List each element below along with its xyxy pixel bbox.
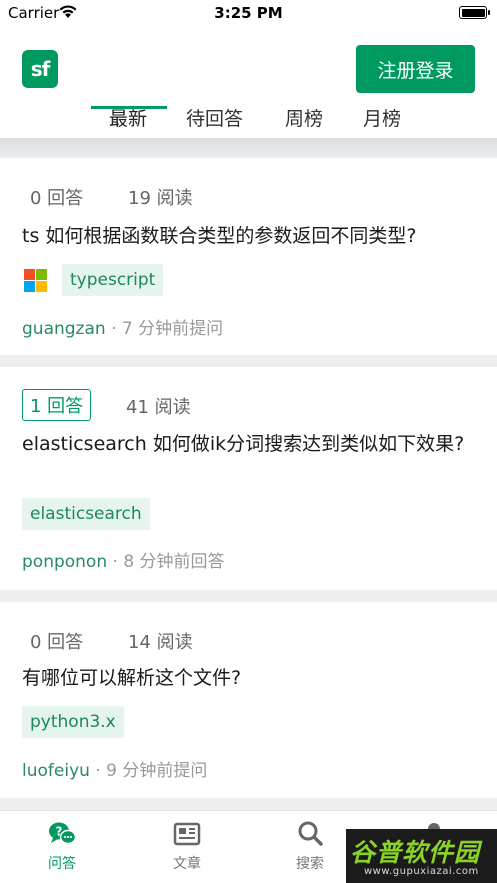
question-meta: luofeiyu · 9 分钟前提问 (22, 756, 207, 781)
question-card[interactable]: 0 回答 19 阅读 ts 如何根据函数联合类型的参数返回不同类型? types… (0, 158, 497, 355)
nav-articles-label: 文章 (173, 856, 201, 872)
app-header: sf 注册登录 最新 待回答 周榜 月榜 (0, 28, 497, 140)
nav-search[interactable]: 搜索 (280, 819, 340, 873)
qa-icon: ? (49, 822, 77, 845)
card-separator (0, 355, 497, 367)
battery-icon (459, 6, 490, 19)
question-meta: guangzan · 7 分钟前提问 (22, 314, 223, 339)
author-link[interactable]: luofeiyu (22, 761, 90, 781)
watermark-url: www.gupuxiazai.com (364, 866, 479, 877)
question-title[interactable]: 有哪位可以解析这个文件? (22, 665, 482, 692)
tab-weekly[interactable]: 周榜 (285, 104, 323, 131)
register-login-button[interactable]: 注册登录 (356, 45, 475, 93)
post-time: · 7 分钟前提问 (111, 319, 224, 339)
answer-count: 0 回答 (30, 632, 84, 653)
status-bar: Carrier 3:25 PM (0, 0, 497, 28)
nav-articles[interactable]: 文章 (157, 819, 217, 873)
answer-count-badge: 1 回答 (22, 389, 92, 421)
post-time: · 8 分钟前回答 (112, 552, 225, 572)
active-tab-indicator (91, 106, 167, 109)
tag-python3x[interactable]: python3.x (22, 706, 124, 738)
feed-tabs: 最新 待回答 周榜 月榜 (0, 102, 497, 138)
question-card[interactable]: 0 回答 14 阅读 有哪位可以解析这个文件? python3.x luofei… (0, 602, 497, 798)
question-title[interactable]: elasticsearch 如何做ik分词搜索达到类似如下效果? (22, 431, 482, 458)
author-link[interactable]: guangzan (22, 319, 106, 339)
question-title[interactable]: ts 如何根据函数联合类型的参数返回不同类型? (22, 223, 482, 250)
tag-elasticsearch[interactable]: elasticsearch (22, 498, 150, 530)
header-divider (0, 138, 497, 158)
tab-monthly[interactable]: 月榜 (363, 104, 401, 131)
article-icon (173, 822, 201, 846)
site-watermark: 谷普软件园 www.gupuxiazai.com (346, 829, 497, 883)
nav-search-label: 搜索 (296, 856, 324, 872)
post-time: · 9 分钟前提问 (95, 761, 208, 781)
watermark-text: 谷普软件园 (350, 838, 481, 867)
question-card[interactable]: 1 回答 41 阅读 elasticsearch 如何做ik分词搜索达到类似如下… (0, 367, 497, 590)
tag-typescript[interactable]: typescript (62, 264, 164, 296)
nav-qa[interactable]: ? 问答 (32, 819, 92, 873)
sf-logo[interactable]: sf (22, 50, 58, 88)
view-count: 14 阅读 (128, 632, 193, 653)
clock: 3:25 PM (214, 4, 283, 22)
view-count: 19 阅读 (128, 188, 193, 209)
microsoft-icon (24, 269, 47, 292)
view-count: 41 阅读 (126, 397, 191, 418)
question-meta: ponponon · 8 分钟前回答 (22, 547, 225, 572)
card-separator (0, 798, 497, 810)
author-link[interactable]: ponponon (22, 552, 107, 572)
answer-count: 0 回答 (30, 188, 84, 209)
search-icon (298, 821, 323, 846)
card-separator (0, 590, 497, 602)
tab-unanswered[interactable]: 待回答 (186, 104, 243, 131)
nav-qa-label: 问答 (48, 856, 76, 872)
